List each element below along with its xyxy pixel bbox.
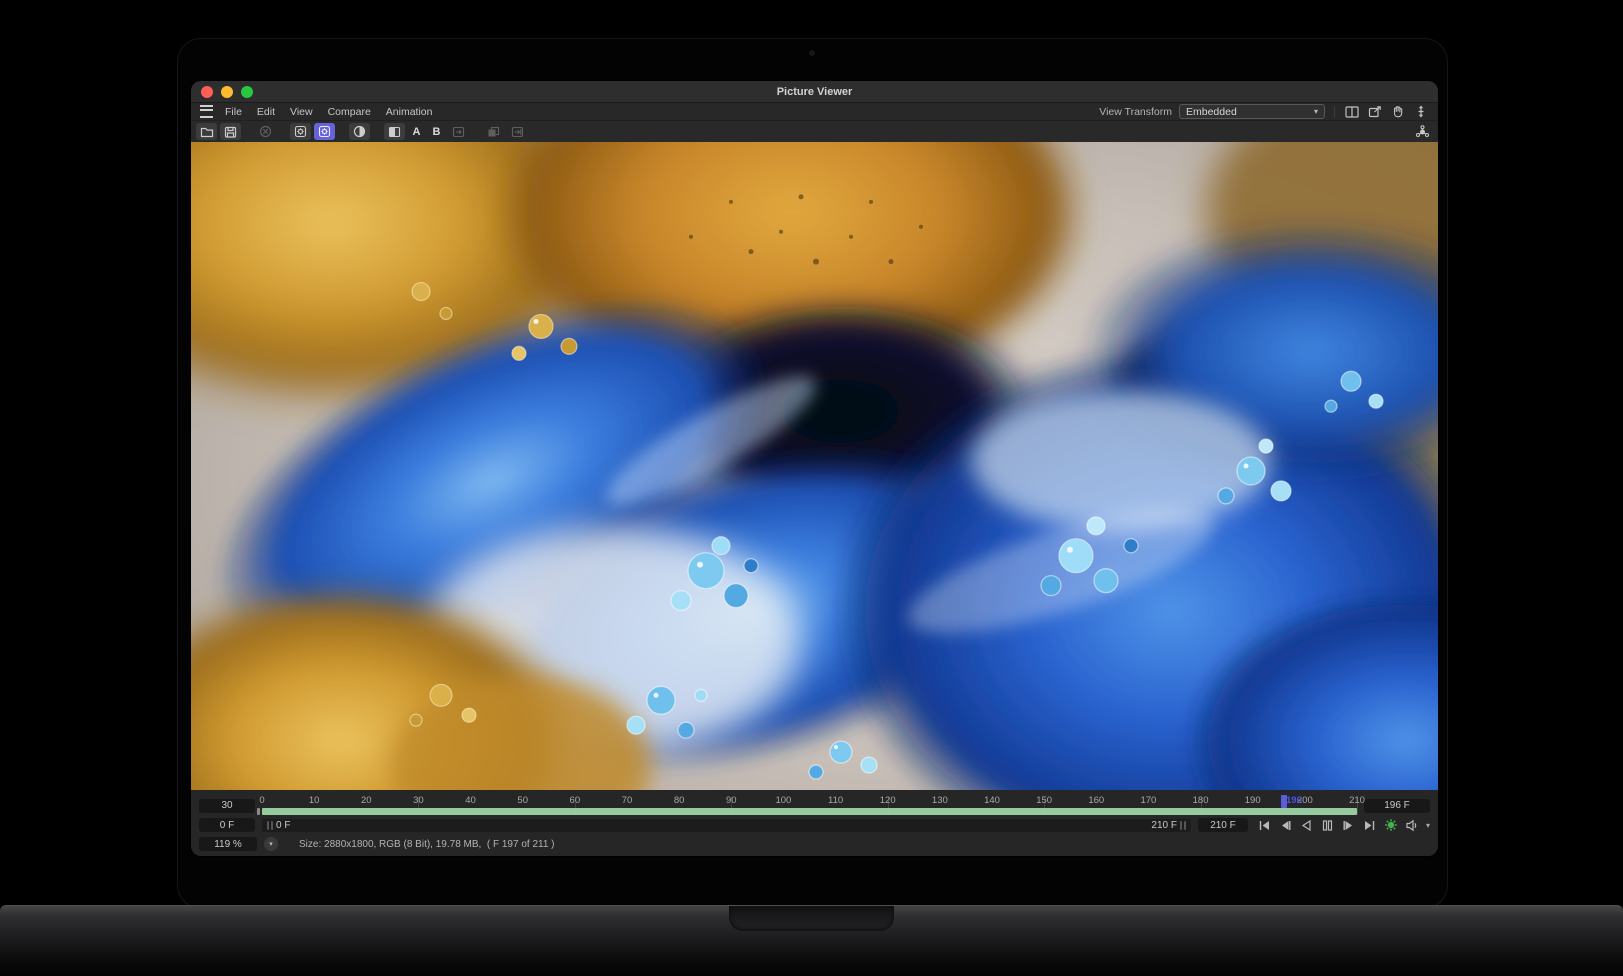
playhead[interactable]: 196 bbox=[1281, 795, 1302, 808]
ruler-label: 0 bbox=[259, 795, 265, 806]
status-info: Size: 2880x1800, RGB (8 Bit), 19.78 MB, … bbox=[299, 838, 555, 850]
fps-box[interactable]: 30 bbox=[199, 798, 255, 813]
titlebar: Picture Viewer bbox=[191, 81, 1438, 103]
render-settings-button[interactable] bbox=[290, 123, 311, 140]
undock-icon[interactable] bbox=[1413, 105, 1429, 119]
ruler-label: 60 bbox=[569, 795, 581, 806]
zoom-window-button[interactable] bbox=[241, 85, 253, 98]
ruler-label: 160 bbox=[1088, 795, 1105, 806]
range-start-grip[interactable] bbox=[267, 820, 273, 830]
range-end-box[interactable]: 210 F bbox=[1197, 818, 1248, 832]
open-file-button[interactable] bbox=[196, 123, 217, 140]
current-frame-box[interactable]: 196 F bbox=[1364, 798, 1430, 813]
compare-mode-button[interactable] bbox=[349, 123, 370, 140]
menu-compare[interactable]: Compare bbox=[328, 106, 371, 118]
swap-ab-button bbox=[448, 123, 469, 140]
webcam-icon bbox=[809, 50, 815, 56]
stop-render-button bbox=[255, 123, 276, 140]
ruler-label: 50 bbox=[517, 795, 528, 806]
laptop-base bbox=[0, 905, 1623, 976]
ruler-label: 70 bbox=[621, 795, 633, 806]
ruler-label: 20 bbox=[360, 795, 372, 806]
ruler-label: 100 bbox=[775, 795, 792, 806]
ruler-label: 130 bbox=[931, 795, 948, 806]
ruler-label: 30 bbox=[413, 795, 424, 806]
set-b-button[interactable]: B bbox=[428, 126, 445, 138]
goto-end-button[interactable] bbox=[1363, 819, 1377, 832]
step-forward-button[interactable] bbox=[1342, 819, 1356, 832]
ruler-label: 140 bbox=[984, 795, 1000, 806]
laptop-screen: Picture Viewer File Edit View Compare An… bbox=[177, 38, 1448, 909]
zoom-dropdown-button[interactable]: ▾ bbox=[264, 837, 278, 851]
preview-range-field[interactable]: 0 F 210 F bbox=[262, 818, 1191, 832]
pause-button[interactable] bbox=[1321, 819, 1335, 832]
split-view-button[interactable] bbox=[1344, 105, 1360, 119]
ram-render-button[interactable] bbox=[314, 123, 335, 140]
zoom-level-box[interactable]: 119 % bbox=[199, 837, 257, 851]
divider bbox=[1334, 105, 1335, 118]
image-canvas[interactable] bbox=[191, 142, 1438, 790]
step-back-button[interactable] bbox=[1279, 819, 1293, 832]
chevron-down-icon: ▾ bbox=[1313, 107, 1318, 116]
picture-viewer-window: Picture Viewer File Edit View Compare An… bbox=[191, 81, 1438, 856]
menu-file[interactable]: File bbox=[225, 106, 242, 118]
timeline-ruler[interactable]: 196 0 10 20 30 40 50 60 70 80 90 100 110 120 130 140 15… bbox=[257, 795, 1365, 816]
set-a-button[interactable]: A bbox=[408, 126, 425, 138]
ruler-label: 40 bbox=[465, 795, 476, 806]
toolbar: A B bbox=[191, 120, 1438, 142]
ruler-label: 210 bbox=[1349, 795, 1365, 806]
ruler-label: 180 bbox=[1192, 795, 1209, 806]
ab-compare-button[interactable] bbox=[384, 123, 405, 140]
range-end-value: 210 F bbox=[1151, 819, 1177, 831]
ruler-label: 80 bbox=[673, 795, 685, 806]
chevron-down-icon: ▾ bbox=[269, 841, 273, 848]
menu-animation[interactable]: Animation bbox=[386, 106, 433, 118]
pan-hand-icon[interactable] bbox=[1390, 105, 1406, 119]
cached-frames-bar bbox=[257, 808, 1357, 815]
playback-options-button[interactable]: ▾ bbox=[1426, 821, 1430, 830]
audio-button[interactable] bbox=[1405, 819, 1419, 832]
ruler-label: 170 bbox=[1140, 795, 1157, 806]
minimize-button[interactable] bbox=[221, 85, 233, 98]
range-start-value: 0 F bbox=[276, 819, 291, 831]
close-button[interactable] bbox=[201, 85, 213, 98]
menu-view[interactable]: View bbox=[290, 106, 313, 118]
ruler-label: 150 bbox=[1036, 795, 1053, 806]
window-title: Picture Viewer bbox=[776, 85, 853, 98]
playhead-frame-label: 196 bbox=[1286, 795, 1302, 806]
view-transform-value: Embedded bbox=[1186, 105, 1237, 118]
render-image bbox=[191, 142, 1438, 790]
ruler-label: 90 bbox=[725, 795, 737, 806]
play-reverse-button[interactable] bbox=[1300, 819, 1314, 832]
popout-button[interactable] bbox=[1367, 105, 1383, 119]
goto-start-button[interactable] bbox=[1258, 819, 1272, 832]
save-button[interactable] bbox=[220, 123, 241, 140]
menubar: File Edit View Compare Animation View Tr… bbox=[191, 103, 1438, 120]
render-loop-button[interactable] bbox=[1384, 819, 1398, 832]
menu-edit[interactable]: Edit bbox=[257, 106, 275, 118]
range-start-box[interactable]: 0 F bbox=[199, 818, 255, 832]
ruler-label: 190 bbox=[1244, 795, 1261, 806]
view-transform-label: View Transform bbox=[1099, 105, 1172, 118]
ruler-label: 120 bbox=[879, 795, 896, 806]
ruler-label: 10 bbox=[308, 795, 320, 806]
timeline: 30 196 0 10 20 30 40 50 60 70 80 90 100 110 120 130 14… bbox=[191, 790, 1438, 856]
transport-controls: ▾ bbox=[1258, 819, 1430, 832]
export-button bbox=[507, 123, 528, 140]
main-menu-icon[interactable] bbox=[200, 105, 213, 118]
copy-layers-button bbox=[483, 123, 504, 140]
range-end-grip[interactable] bbox=[1179, 820, 1186, 830]
laptop-lid-notch bbox=[729, 906, 894, 931]
ruler-label: 110 bbox=[827, 795, 844, 806]
node-material-icon[interactable] bbox=[1412, 123, 1433, 140]
view-transform-dropdown[interactable]: Embedded ▾ bbox=[1179, 104, 1325, 119]
